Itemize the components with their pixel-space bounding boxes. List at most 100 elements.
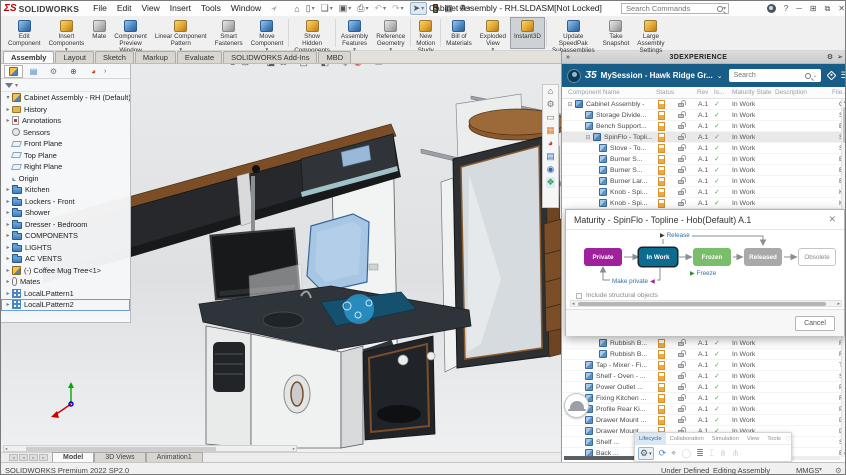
tree-item-ac-vents[interactable]: ▸AC VENTS [1, 253, 130, 265]
nav-next-icon[interactable]: ▸ [29, 454, 38, 461]
tab-layout[interactable]: Layout [55, 51, 94, 63]
search-icon[interactable] [805, 73, 811, 79]
release-transition[interactable]: ▶Release [658, 232, 692, 239]
units-caret-icon[interactable]: ▾ [819, 466, 822, 473]
new-button[interactable]: ▯▾ [306, 3, 315, 14]
mate-button[interactable]: Mate [88, 17, 110, 49]
component-preview-window-button[interactable]: Component Preview Window [110, 17, 151, 49]
document-window-controls[interactable]: ▭ ▭ ─ ⧉ ✕ [488, 64, 537, 65]
table-row[interactable]: Knob - Spi...A.1✓In WorkKn [562, 187, 846, 198]
scroll-up-icon[interactable]: ▴ [842, 99, 846, 105]
tab-nav-buttons[interactable]: ◂◂▸▸ [9, 454, 48, 461]
session-chevron-icon[interactable]: ⌄ [717, 72, 723, 80]
expand-arrow-icon[interactable]: ▸ [4, 209, 12, 216]
status-units[interactable]: MMGS [796, 466, 819, 475]
col-description[interactable]: Description [775, 89, 807, 96]
smart-fasteners-button[interactable]: Smart Fasteners [211, 17, 247, 49]
table-row[interactable]: Drawer Mount ...A.1✓In WorkDr [562, 415, 842, 426]
search-input[interactable] [624, 3, 717, 14]
col-maturity-state[interactable]: Maturity State [732, 89, 771, 96]
new-motion-study-button[interactable]: New Motion Study [412, 17, 439, 49]
tree-filter[interactable]: ▾ [1, 79, 130, 92]
tree-root[interactable]: ▾ Cabinet Assembly - RH (Default) <Dis [1, 92, 130, 104]
expand-arrow-icon[interactable]: ▸ [4, 198, 12, 205]
account-avatar[interactable] [767, 4, 776, 13]
expand-arrow-icon[interactable]: ▸ [4, 290, 12, 297]
table-row[interactable]: Burner Lar...A.1✓In WorkBu [562, 176, 846, 187]
previous-view-icon[interactable]: ↶ [254, 64, 262, 68]
view-settings-icon[interactable]: ▭ [374, 64, 383, 68]
search-chevron-icon[interactable]: ⌄ [813, 72, 818, 79]
update-speedpak-button[interactable]: Update SpeedPak Subassemblies [548, 17, 599, 49]
table-row[interactable]: Stove - To...A.1✓In WorkSt [562, 143, 846, 154]
scroll-down-icon[interactable]: ▾ [842, 451, 846, 457]
hide-show-items-icon[interactable]: ∞ [280, 64, 286, 68]
caret-down-icon[interactable]: ▾ [313, 64, 316, 66]
col-file[interactable]: File... [832, 89, 846, 96]
scroll-thumb[interactable] [578, 302, 826, 306]
tab-configurationmanager[interactable]: ⚙ [44, 65, 63, 78]
tree-item-kitchen[interactable]: ▸Kitchen [1, 184, 130, 196]
col-status[interactable]: Status [656, 89, 674, 96]
print-button[interactable]: ⎙▾ [357, 3, 368, 14]
appearance-icon[interactable]: ◈ [342, 64, 349, 68]
doc-restore-icon[interactable]: ▭ [488, 64, 495, 65]
collapse-toggle[interactable]: ⊟ [584, 134, 592, 141]
maturity-tool-icon[interactable]: ⚙▾ [638, 447, 654, 460]
structure-icon[interactable]: ≣ [696, 448, 704, 459]
table-row[interactable]: Burner S...A.1✓In WorkBu [562, 165, 846, 176]
state-released[interactable]: Released [744, 248, 782, 266]
save-button[interactable]: ▣▾ [339, 3, 352, 14]
column-header-row[interactable]: Component Name Status Rev Is... Maturity… [562, 87, 846, 99]
nav-prev-icon[interactable]: ◂ [19, 454, 28, 461]
table-row[interactable]: Burner S...A.1✓In WorkBu [562, 154, 846, 165]
select-button[interactable]: ➤▾ [410, 2, 428, 15]
pie-icon[interactable]: ◕ [548, 138, 553, 149]
image-icon[interactable]: ▦ [546, 125, 555, 136]
table-row[interactable]: Tap - Mixer - Fi...A.1✓In WorkTa [562, 360, 842, 371]
tab-solidworks-addins[interactable]: SOLIDWORKS Add-Ins [223, 51, 317, 63]
explore-icon[interactable]: ⌖ [671, 448, 676, 459]
help-icon[interactable]: ? [784, 4, 788, 13]
dialog-hscrollbar[interactable]: ◂ ▸ [570, 300, 842, 307]
expand-arrow-icon[interactable]: ▸ [4, 106, 12, 113]
search-icon[interactable] [717, 6, 723, 12]
zoom-fit-icon[interactable]: ⊕ [229, 64, 237, 68]
undo-button[interactable]: ↶▾ [375, 3, 387, 14]
table-row[interactable]: Knob - Spi...A.1✓In WorkKn [562, 198, 846, 209]
panel-pin-icon[interactable]: ➢ [837, 53, 843, 61]
caret-down-icon[interactable]: ▾ [334, 64, 337, 66]
table-row-selected[interactable]: ⊟SpinFlo - Topli...A.1✓In WorkSp [562, 132, 846, 143]
move-component-button[interactable]: Move Component▾ [247, 17, 288, 49]
settings-icon[interactable]: ⚙ [546, 99, 554, 110]
expand-arrow-icon[interactable]: ▸ [4, 244, 12, 251]
doc-restore2-icon[interactable]: ▭ [500, 64, 507, 65]
restore-icon[interactable]: ⊞ [810, 4, 817, 13]
linear-component-pattern-button[interactable]: Linear Component Pattern▾ [151, 17, 211, 49]
tree-tabs-more-icon[interactable]: › [104, 68, 106, 75]
tree-item-history[interactable]: ▸History [1, 104, 130, 116]
doc-close-icon[interactable]: ✕ [531, 64, 537, 65]
large-assembly-settings-button[interactable]: Large Assembly Settings [633, 17, 668, 49]
doc-maximize-icon[interactable]: ⧉ [521, 64, 526, 65]
tree-item-mates[interactable]: ▸Mates [1, 276, 130, 288]
menu-edit[interactable]: Edit [117, 3, 132, 14]
make-private-transition[interactable]: Make private◀ [610, 278, 657, 285]
state-in-work[interactable]: In Work [639, 248, 677, 266]
tab-featuremanager[interactable] [4, 65, 23, 78]
expand-arrow-icon[interactable]: ▸ [4, 301, 12, 308]
expand-arrow-icon[interactable]: ▸ [4, 117, 12, 124]
zoom-area-icon[interactable]: ⊡ [242, 64, 250, 68]
table-row[interactable]: Storage Divide...A.1✓In WorkSt [562, 110, 846, 121]
cancel-button[interactable]: Cancel [795, 316, 835, 331]
tree-item-locallpattern1[interactable]: ▸LocalLPattern1 [1, 288, 130, 300]
state-obsolete[interactable]: Obsolete [798, 248, 836, 266]
scene-icon[interactable]: ◉ [354, 64, 362, 68]
tree-tab-bar[interactable]: ▤ ⚙ ⊕ ◕ › [1, 64, 130, 79]
expand-arrow-icon[interactable]: ▸ [4, 186, 12, 193]
table-row[interactable]: Shelf - Oven - ...A.1✓In WorkSh [562, 371, 842, 382]
view-orientation-icon[interactable]: ⬒ [299, 64, 308, 68]
folder-icon[interactable]: ▭ [546, 112, 555, 123]
menu-icon[interactable]: ☰ [841, 70, 846, 81]
expand-arrow-icon[interactable]: ▸ [4, 267, 12, 274]
